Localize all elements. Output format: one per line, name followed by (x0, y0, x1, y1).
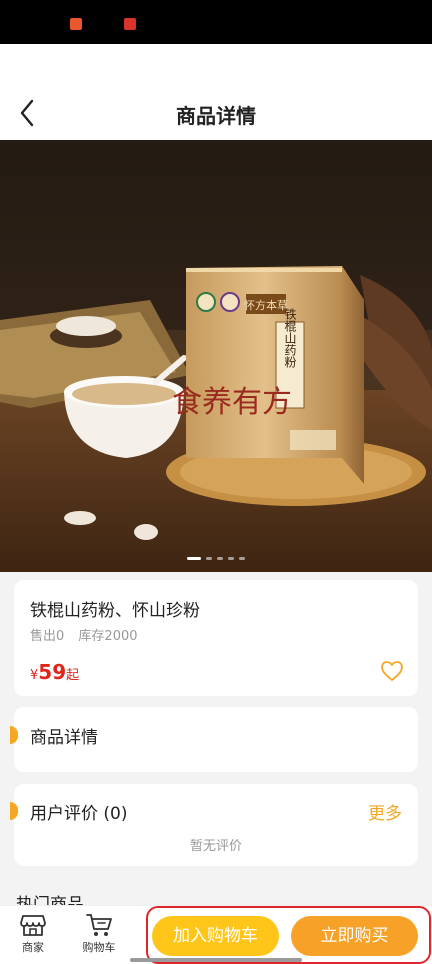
box-title: 铁棍山药粉 (283, 308, 297, 368)
price-suffix: 起 (66, 668, 80, 683)
product-stats: 售出0 库存2000 (30, 625, 148, 644)
cart-tab-label: 购物车 (82, 941, 116, 954)
section-accent (10, 726, 18, 744)
status-bar (0, 0, 432, 44)
home-indicator (130, 958, 302, 962)
add-to-cart-button[interactable]: 加入购物车 (152, 916, 279, 956)
page-title: 商品详情 (176, 104, 256, 128)
review-more-link[interactable]: 更多 (368, 799, 402, 824)
box-slogan: 食养有方 (172, 385, 292, 420)
cart-icon (86, 914, 112, 936)
shop-tab[interactable]: 商家 (8, 912, 58, 955)
product-name: 铁棍山药粉、怀山珍粉 (30, 601, 200, 621)
carousel-dot[interactable] (239, 557, 245, 560)
product-image: 怀方本草 铁棍山药粉 食养有方 (0, 140, 432, 572)
detail-section-title: 商品详情 (30, 728, 98, 748)
carousel-dot[interactable] (187, 557, 201, 560)
buy-now-button[interactable]: 立即购买 (291, 916, 418, 956)
shop-tab-label: 商家 (22, 941, 44, 954)
carousel-dot[interactable] (206, 557, 212, 560)
section-accent (10, 802, 18, 820)
product-info-card: 铁棍山药粉、怀山珍粉 售出0 库存2000 ¥59起 (14, 580, 418, 696)
navigation-bar: 商品详情 (0, 44, 432, 140)
product-image-carousel[interactable]: 怀方本草 铁棍山药粉 食养有方 (0, 140, 432, 572)
cart-tab[interactable]: 购物车 (74, 912, 124, 955)
user-review-section: 用户评价 (0) 更多 暂无评价 (10, 784, 418, 866)
carousel-dot[interactable] (228, 557, 234, 560)
notification-icon (70, 18, 82, 30)
product-detail-section[interactable]: 商品详情 (10, 707, 418, 772)
heart-icon (381, 661, 403, 681)
carousel-dot[interactable] (217, 557, 223, 560)
stock-count: 库存2000 (78, 629, 138, 644)
bottom-action-bar: 商家 购物车 加入购物车 立即购买 (0, 905, 432, 964)
shop-icon (20, 915, 46, 936)
price-value: 59 (38, 660, 67, 684)
review-section-title: 用户评价 (0) (30, 804, 128, 824)
carousel-indicator (0, 557, 432, 563)
favorite-button[interactable] (380, 660, 404, 682)
brand-label: 怀方本草 (244, 298, 288, 312)
product-price: ¥59起 (30, 660, 79, 684)
no-review-text: 暂无评价 (189, 839, 242, 854)
sold-count: 售出0 (30, 629, 65, 644)
notification-icon (124, 18, 136, 30)
